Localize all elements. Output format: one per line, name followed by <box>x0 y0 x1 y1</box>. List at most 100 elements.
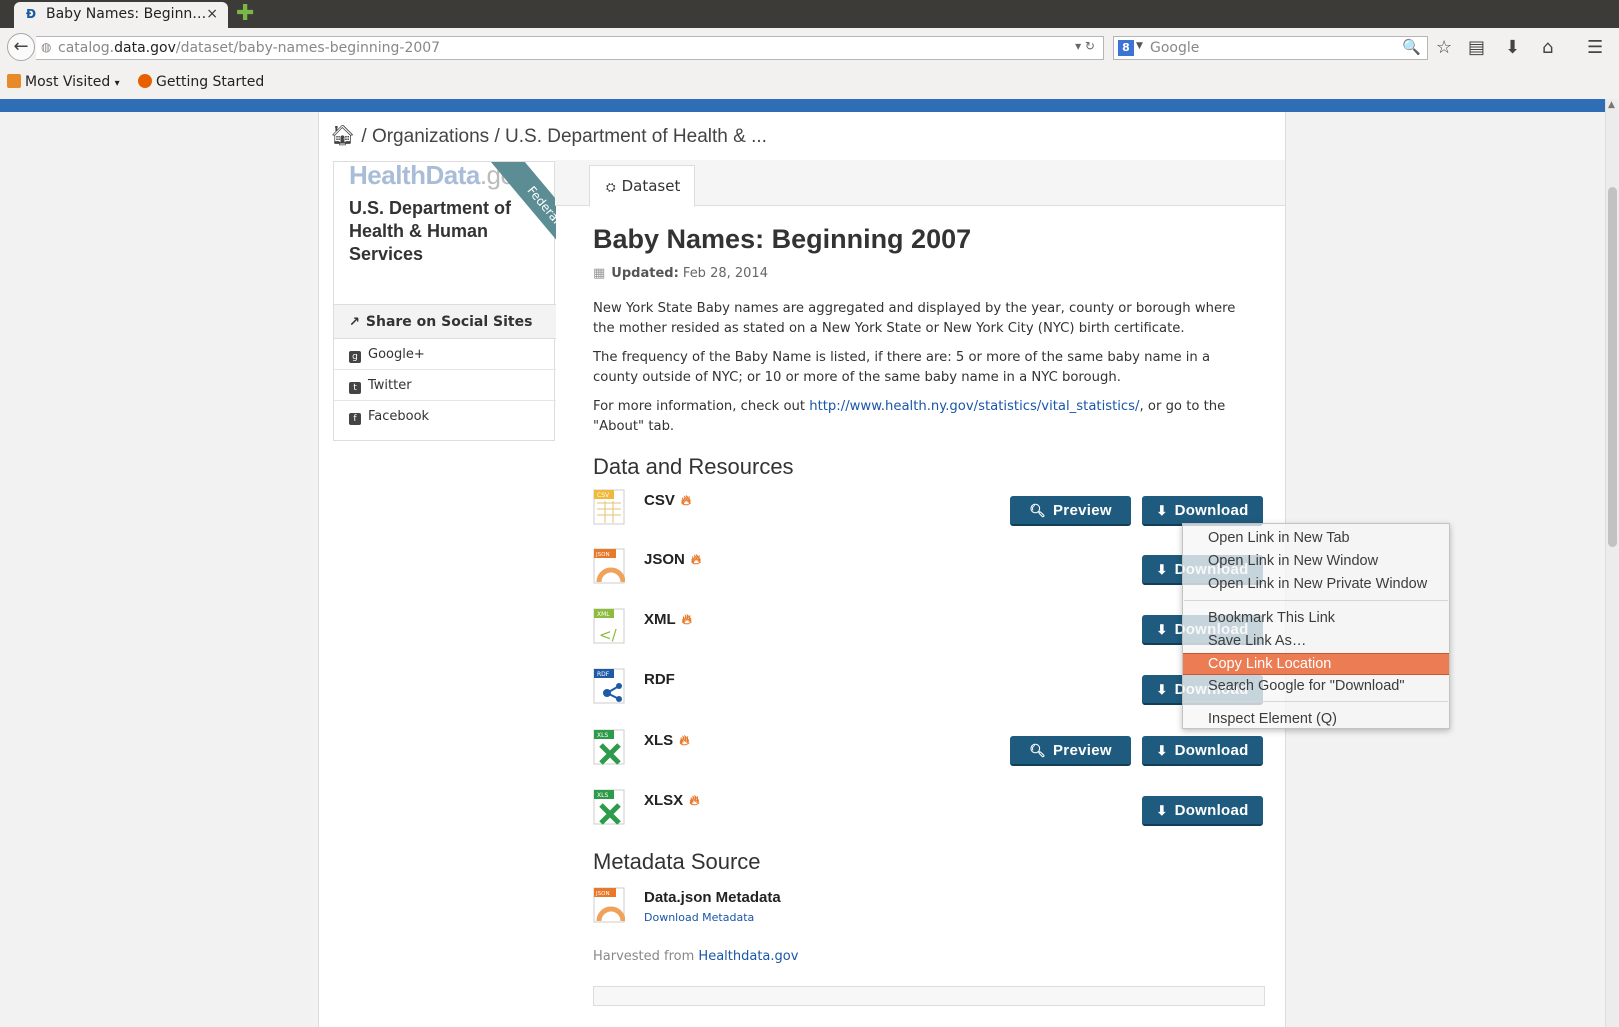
share-google-plus[interactable]: g Google+ <box>334 339 556 370</box>
url-path: /dataset/baby-names-beginning-2007 <box>175 40 441 56</box>
menu-save-link-as[interactable]: Save Link As… <box>1183 631 1449 653</box>
harvested-info: Harvested from Healthdata.gov <box>593 949 798 964</box>
resource-name[interactable]: XML 🔥︎ <box>644 611 692 628</box>
menu-bookmark-link[interactable]: Bookmark This Link <box>1183 608 1449 630</box>
breadcrumb-organization[interactable]: U.S. Department of Health & ... <box>505 126 767 147</box>
chevron-down-icon[interactable]: ▼ <box>1136 41 1143 51</box>
preview-button[interactable]: 🔍︎ Preview <box>1010 496 1131 526</box>
svg-text:XLS: XLS <box>597 732 608 739</box>
getting-started-bookmark[interactable]: Getting Started <box>138 74 264 90</box>
description-paragraph: New York State Baby names are aggregated… <box>593 301 1236 336</box>
popular-flame-icon: 🔥︎ <box>689 792 700 808</box>
download-icon: ⬇ <box>1156 743 1168 758</box>
home-icon[interactable]: 🏠︎ <box>330 125 355 147</box>
resource-name[interactable]: XLS 🔥︎ <box>644 732 689 749</box>
metadata-name: Data.json Metadata <box>644 889 781 906</box>
breadcrumb-organizations[interactable]: Organizations <box>372 126 489 147</box>
scroll-thumb[interactable] <box>1608 187 1617 547</box>
menu-copy-link-location[interactable]: Copy Link Location <box>1183 653 1449 675</box>
navigation-toolbar: ← ◍ catalog.data.gov/dataset/baby-names-… <box>0 28 1619 68</box>
share-facebook[interactable]: f Facebook <box>334 401 556 432</box>
share-icon: ↗ <box>349 315 360 330</box>
share-label: Twitter <box>368 378 412 393</box>
menu-open-new-window[interactable]: Open Link in New Window <box>1183 551 1449 573</box>
sidebar: HealthData.gov Federal U.S. Department o… <box>333 161 556 441</box>
breadcrumb-separator: / <box>361 126 367 147</box>
bookmark-label: Getting Started <box>156 74 265 90</box>
tab-title: Baby Names: Beginn… <box>46 6 207 22</box>
browser-tab[interactable]: Ɖ Baby Names: Beginn… × <box>14 2 228 28</box>
breadcrumb: 🏠︎ / Organizations / U.S. Department of H… <box>330 123 767 148</box>
download-icon: ⬇ <box>1156 562 1168 577</box>
download-button[interactable]: ⬇ Download <box>1142 796 1263 826</box>
resource-name[interactable]: CSV 🔥︎ <box>644 492 691 509</box>
close-tab-icon[interactable]: × <box>206 6 218 22</box>
harvested-label: Harvested from <box>593 949 699 964</box>
content-tabs: ⛭ Dataset <box>555 160 1285 207</box>
twitter-icon: t <box>349 382 361 394</box>
google-engine-icon[interactable]: 8 <box>1118 40 1134 56</box>
favicon-icon: Ɖ <box>26 7 37 21</box>
resource-label: XML <box>644 611 676 628</box>
tab-label: Dataset <box>621 177 681 195</box>
menu-open-private-window[interactable]: Open Link in New Private Window <box>1183 574 1449 596</box>
share-label: Google+ <box>368 347 425 362</box>
organization-card[interactable]: HealthData.gov Federal U.S. Department o… <box>334 161 556 304</box>
updated-info: ▦ Updated: Feb 28, 2014 <box>593 266 768 281</box>
share-heading-label: Share on Social Sites <box>365 314 533 330</box>
download-icon: ⬇ <box>1156 622 1168 637</box>
menu-separator <box>1184 701 1448 702</box>
preview-button[interactable]: 🔍︎ Preview <box>1010 736 1131 766</box>
folder-icon <box>7 74 21 88</box>
menu-search-google[interactable]: Search Google for "Download" <box>1183 676 1449 698</box>
tab-dataset[interactable]: ⛭ Dataset <box>589 165 695 207</box>
resource-name[interactable]: JSON 🔥︎ <box>644 551 701 568</box>
scroll-up-icon[interactable]: ▲ <box>1608 100 1615 110</box>
reload-icon[interactable]: ▾ ↻ <box>1075 39 1095 53</box>
resource-name[interactable]: XLSX 🔥︎ <box>644 792 699 809</box>
xml-file-icon: XML </ <box>593 608 625 644</box>
menu-open-new-tab[interactable]: Open Link in New Tab <box>1183 528 1449 550</box>
downloads-icon[interactable]: ⬇ <box>1505 37 1520 58</box>
url-bar[interactable]: ◍ catalog.data.gov/dataset/baby-names-be… <box>36 36 1104 60</box>
xls-file-icon: XLS <box>593 729 625 765</box>
resource-name[interactable]: RDF <box>644 671 675 688</box>
button-label: Download <box>1174 742 1249 759</box>
button-label: Download <box>1174 802 1249 819</box>
harvest-source-link[interactable]: Healthdata.gov <box>698 949 798 964</box>
menu-inspect-element[interactable]: Inspect Element (Q) <box>1183 709 1449 731</box>
svg-text:JSON: JSON <box>595 891 610 897</box>
svg-text:JSON: JSON <box>595 552 610 558</box>
metadata-item: JSON Data.json Metadata Download Metadat… <box>593 887 1265 937</box>
search-bar[interactable]: 8 ▼ Google 🔍 <box>1113 36 1428 60</box>
share-twitter[interactable]: t Twitter <box>334 370 556 401</box>
resource-item: CSV CSV 🔥︎ 🔍︎ Preview ⬇ Download <box>593 489 1265 539</box>
vital-statistics-link[interactable]: http://www.health.ny.gov/statistics/vita… <box>809 399 1139 414</box>
page-scrollbar[interactable]: ▲ <box>1605 99 1619 1027</box>
button-label: Download <box>1174 502 1249 519</box>
download-button[interactable]: ⬇ Download <box>1142 736 1263 766</box>
description-paragraph: For more information, check out http://w… <box>593 397 1253 437</box>
download-metadata-link[interactable]: Download Metadata <box>644 911 754 924</box>
reading-list-icon[interactable]: ▤ <box>1468 37 1485 58</box>
organization-name[interactable]: U.S. Department of Health & Human Servic… <box>349 197 524 266</box>
svg-text:CSV: CSV <box>597 492 610 499</box>
rdf-file-icon: RDF <box>593 668 625 704</box>
back-button[interactable]: ← <box>7 33 35 61</box>
sitemap-icon: ⛭ <box>606 180 616 194</box>
bookmark-star-icon[interactable]: ☆ <box>1436 37 1452 58</box>
home-icon[interactable]: ⌂ <box>1542 37 1553 58</box>
page-title: Baby Names: Beginning 2007 <box>593 224 972 254</box>
button-label: Preview <box>1053 742 1112 759</box>
search-icon[interactable]: 🔍 <box>1402 38 1421 56</box>
new-tab-button[interactable]: ✚ <box>236 1 254 26</box>
search-icon: 🔍︎ <box>1029 743 1046 758</box>
download-icon: ⬇ <box>1156 503 1168 518</box>
svg-text:</: </ <box>599 626 618 644</box>
firefox-icon <box>138 74 152 88</box>
breadcrumb-separator: / <box>494 126 500 147</box>
download-button[interactable]: ⬇ Download <box>1142 496 1263 526</box>
search-placeholder: Google <box>1150 40 1200 56</box>
menu-icon[interactable]: ☰ <box>1587 37 1603 58</box>
most-visited-bookmark[interactable]: Most Visited ▾ <box>7 74 120 90</box>
